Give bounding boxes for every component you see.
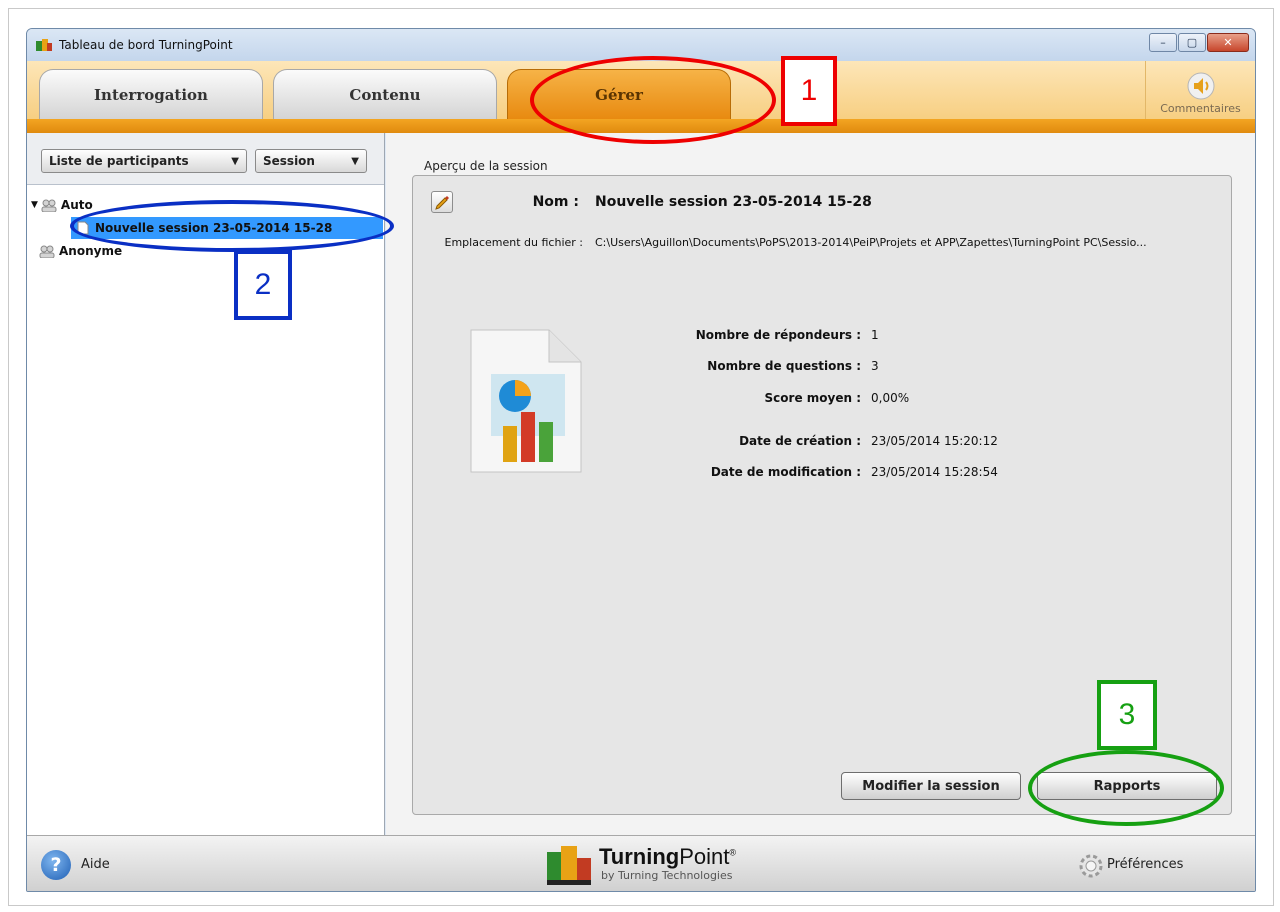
maximize-button[interactable]: ▢ <box>1178 33 1206 52</box>
app-logo-icon <box>36 39 52 51</box>
session-dropdown[interactable]: Session ▼ <box>255 149 367 173</box>
title-bar[interactable]: Tableau de bord TurningPoint – ▢ ✕ <box>27 29 1255 61</box>
gear-icon[interactable] <box>1077 852 1105 880</box>
average-score-label: Score moyen : <box>764 391 861 405</box>
session-report-icon <box>470 329 582 473</box>
session-file-icon <box>77 221 89 235</box>
group-icon <box>39 245 55 258</box>
created-date-label: Date de création : <box>739 434 861 448</box>
tree-item-anonymous-label: Anonyme <box>59 244 123 258</box>
tree-item-session-label: Nouvelle session 23-05-2014 15-28 <box>95 221 333 235</box>
average-score-value: 0,00% <box>871 391 910 405</box>
group-icon <box>41 199 57 212</box>
logo-subtitle: by Turning Technologies <box>601 869 733 882</box>
minimize-button[interactable]: – <box>1149 33 1177 52</box>
modified-date-value: 23/05/2014 15:28:54 <box>871 465 998 479</box>
logo-wordmark-regular: Point <box>679 844 730 869</box>
session-name-value: Nouvelle session 23-05-2014 15-28 <box>595 194 872 210</box>
session-preview-title: Aperçu de la session <box>424 159 548 173</box>
tab-strip: Interrogation Contenu Gérer Commentaires <box>27 61 1255 119</box>
participant-list-dropdown-label: Liste de participants <box>49 154 189 168</box>
session-preview-pane: Aperçu de la session Nom : Nouvelle sess… <box>386 133 1255 835</box>
modified-date-label: Date de modification : <box>710 465 861 479</box>
reports-button[interactable]: Rapports <box>1037 772 1217 800</box>
turningpoint-logo: TurningPoint® by Turning Technologies <box>545 842 785 888</box>
questions-value: 3 <box>871 359 879 373</box>
window-title: Tableau de bord TurningPoint <box>59 38 233 52</box>
logo-trademark: ® <box>729 847 737 858</box>
logo-wordmark: TurningPoint® <box>599 844 736 870</box>
respondents-label: Nombre de répondeurs : <box>695 328 861 342</box>
chevron-down-icon: ▼ <box>231 155 239 167</box>
file-location-value: C:\Users\Aguillon\Documents\PoPS\2013-20… <box>595 236 1147 249</box>
respondents-value: 1 <box>871 328 879 342</box>
file-location-label: Emplacement du fichier : <box>444 236 583 249</box>
pencil-icon <box>435 196 449 210</box>
tree-item-anonymous[interactable]: Anonyme <box>39 241 122 261</box>
tab-contenu[interactable]: Contenu <box>273 69 497 119</box>
participant-list-dropdown[interactable]: Liste de participants ▼ <box>41 149 247 173</box>
session-preview-box: Nom : Nouvelle session 23-05-2014 15-28 … <box>412 175 1232 815</box>
edit-session-name-button[interactable] <box>431 191 453 213</box>
comments-label: Commentaires <box>1160 102 1241 115</box>
created-date-value: 23/05/2014 15:20:12 <box>871 434 998 448</box>
turningpoint-logo-icon <box>547 846 591 885</box>
help-label[interactable]: Aide <box>81 857 110 872</box>
left-toolbar: Liste de participants ▼ Session ▼ <box>27 133 384 185</box>
footer-bar: ? Aide TurningPoint® by Turning Technolo… <box>27 835 1255 891</box>
questions-label: Nombre de questions : <box>707 359 861 373</box>
tree-item-auto-label: Auto <box>60 198 93 212</box>
comments-button[interactable]: Commentaires <box>1145 61 1255 119</box>
speaker-icon <box>1187 72 1214 100</box>
tab-interrogation[interactable]: Interrogation <box>39 69 263 119</box>
logo-wordmark-bold: Turning <box>599 844 680 869</box>
window-controls: – ▢ ✕ <box>1149 33 1249 52</box>
app-window: Tableau de bord TurningPoint – ▢ ✕ Inter… <box>26 28 1256 892</box>
participants-pane: Liste de participants ▼ Session ▼ ▼ Auto <box>27 133 385 835</box>
tree-item-auto[interactable]: ▼ Auto <box>31 195 93 215</box>
session-name-label: Nom : <box>532 194 579 210</box>
preferences-label[interactable]: Préférences <box>1107 857 1183 872</box>
tab-gerer[interactable]: Gérer <box>507 69 731 119</box>
session-dropdown-label: Session <box>263 154 315 168</box>
tree-item-session[interactable]: Nouvelle session 23-05-2014 15-28 <box>71 217 383 239</box>
modify-session-button[interactable]: Modifier la session <box>841 772 1021 800</box>
help-icon[interactable]: ? <box>41 850 71 880</box>
chevron-down-icon: ▼ <box>351 155 359 167</box>
tab-underline-band <box>27 119 1255 133</box>
tree-expand-icon[interactable]: ▼ <box>31 200 38 210</box>
close-button[interactable]: ✕ <box>1207 33 1249 52</box>
